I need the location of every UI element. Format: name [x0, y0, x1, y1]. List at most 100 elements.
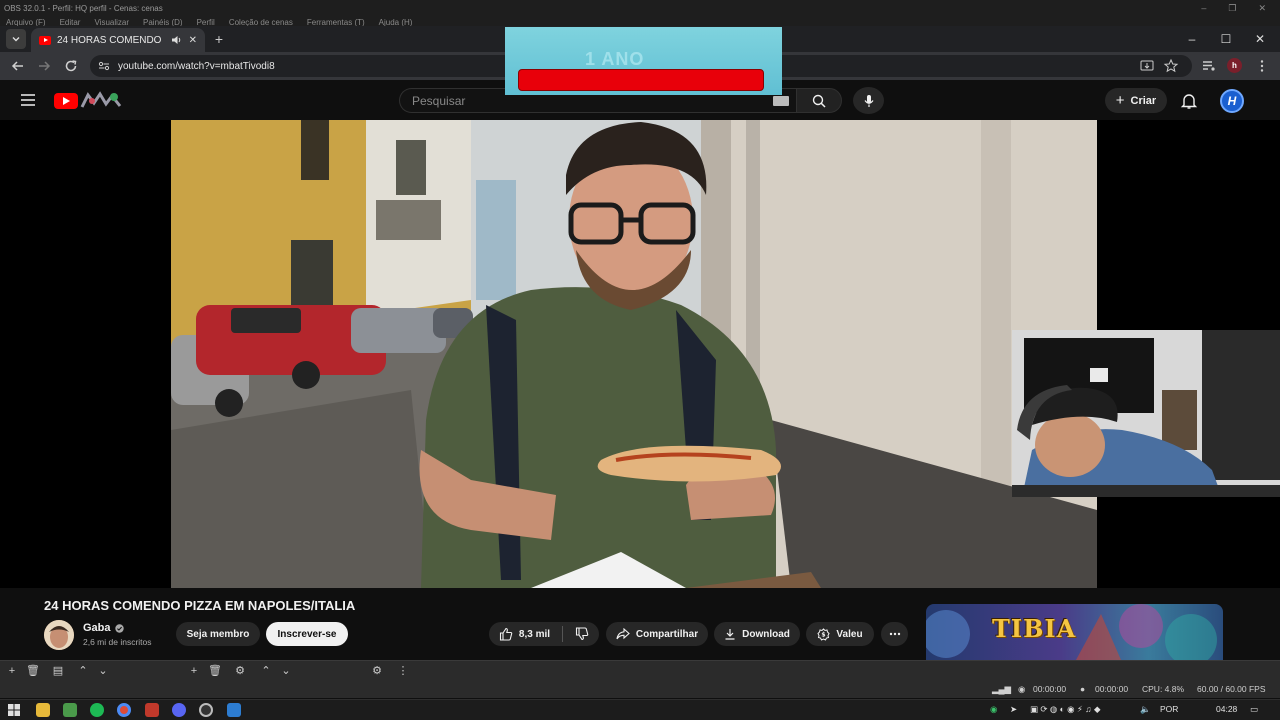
like-count[interactable]: 8,3 mil: [519, 629, 550, 640]
source-properties-icon[interactable]: ⚙: [233, 664, 247, 678]
spotify-icon[interactable]: [90, 703, 104, 717]
video-frame[interactable]: [171, 120, 1097, 588]
tray-green-icon[interactable]: ◉: [990, 704, 997, 715]
media-controls-icon[interactable]: [1201, 58, 1217, 74]
subscribe-button[interactable]: Inscrever-se: [266, 622, 348, 646]
reload-icon[interactable]: [63, 58, 79, 74]
obs-close-icon[interactable]: ✕: [1258, 3, 1266, 14]
microphone-icon: [864, 94, 873, 107]
tray-clock[interactable]: 04:28: [1216, 704, 1237, 714]
tray-arrow-icon[interactable]: ➤: [1010, 704, 1017, 715]
keyboard-icon[interactable]: [773, 96, 789, 106]
tray-language[interactable]: POR: [1160, 704, 1178, 714]
new-tab-button[interactable]: +: [210, 30, 228, 48]
hamburger-menu-icon[interactable]: [20, 93, 36, 107]
address-bar-url: youtube.com/watch?v=mbatTivodi8: [118, 60, 275, 72]
chrome-icon[interactable]: [117, 703, 131, 717]
overlay-red-bar: [518, 69, 764, 91]
super-thanks-icon: $: [817, 627, 831, 641]
fps-readout: 60.00 / 60.00 FPS: [1197, 684, 1266, 694]
bookmark-star-icon[interactable]: [1163, 58, 1179, 74]
volume-icon[interactable]: 🔈: [1140, 704, 1151, 715]
back-arrow-icon[interactable]: [10, 58, 26, 74]
browser-minimize-icon[interactable]: –: [1180, 30, 1204, 48]
record-status-icon: ●: [1080, 684, 1086, 694]
video-title: 24 HORAS COMENDO PIZZA EM NAPOLES/ITALIA: [44, 598, 356, 613]
tab-close-icon[interactable]: ✕: [189, 35, 197, 46]
plus-icon: +: [1115, 92, 1125, 109]
app-green-icon[interactable]: [63, 703, 77, 717]
move-scene-down-icon[interactable]: ⌄: [96, 664, 110, 678]
account-avatar[interactable]: H: [1220, 89, 1244, 113]
stream-status-icon: ◉: [1018, 684, 1026, 694]
channel-name-text: Gaba: [83, 622, 111, 634]
share-label: Compartilhar: [635, 628, 699, 640]
channel-avatar[interactable]: [44, 620, 74, 650]
stream-time: 00:00:00: [1033, 684, 1067, 694]
audio-settings-icon[interactable]: ⚙: [370, 664, 384, 678]
svg-text:$: $: [822, 631, 826, 638]
file-explorer-icon[interactable]: [36, 703, 50, 717]
overlay-text: 1 ANO: [585, 49, 645, 69]
notifications-bell-icon[interactable]: [1180, 92, 1198, 110]
like-dislike-group: 8,3 mil: [489, 622, 599, 646]
obs-icon[interactable]: [199, 703, 213, 717]
obs-dock-toolbar: + 🗑 ▤ ⌃ ⌄ + 🗑 ⚙ ⌃ ⌄ ⚙ ⋮: [0, 660, 1280, 681]
video-player[interactable]: [0, 120, 1280, 588]
download-icon: [725, 629, 735, 640]
audio-menu-dots-icon[interactable]: ⋮: [396, 664, 410, 678]
share-button[interactable]: Compartilhar: [606, 622, 708, 646]
scene-filters-icon[interactable]: ▤: [51, 664, 65, 678]
thanks-button[interactable]: $ Valeu: [806, 622, 874, 646]
create-label: Criar: [1130, 94, 1157, 107]
stream-overlay-banner: 1 ANO: [505, 27, 782, 95]
share-arrow-icon: [616, 628, 630, 640]
windows-start-icon[interactable]: [8, 704, 20, 716]
add-source-icon[interactable]: +: [187, 664, 201, 678]
add-scene-icon[interactable]: +: [5, 664, 19, 678]
speaker-icon[interactable]: [171, 35, 183, 45]
discord-icon[interactable]: [172, 703, 186, 717]
obs-minimize-icon[interactable]: –: [1201, 3, 1206, 14]
browser-maximize-icon[interactable]: ☐: [1214, 30, 1238, 48]
youtube-doodle-icon[interactable]: [80, 91, 122, 109]
join-button[interactable]: Seja membro: [176, 622, 260, 646]
thumbs-down-icon[interactable]: [575, 627, 589, 641]
webcam-overlay: [1012, 330, 1280, 497]
move-source-down-icon[interactable]: ⌄: [279, 664, 293, 678]
chevron-down-icon: [12, 37, 20, 42]
obs-maximize-icon[interactable]: ❐: [1228, 3, 1236, 14]
install-app-icon[interactable]: [1139, 58, 1155, 74]
notifications-icon[interactable]: ▭: [1250, 704, 1258, 715]
thumbs-up-icon[interactable]: [499, 627, 513, 641]
cpu-usage: CPU: 4.8%: [1142, 684, 1185, 694]
browser-tab-active[interactable]: 24 HORAS COMENDO PIZZ ✕: [31, 28, 205, 52]
more-actions-button[interactable]: [881, 622, 908, 646]
ad-banner[interactable]: TIBIA: [926, 604, 1223, 660]
remove-source-icon[interactable]: 🗑: [208, 664, 222, 678]
tab-search-button[interactable]: [6, 29, 26, 49]
search-placeholder: Pesquisar: [412, 93, 466, 108]
search-button[interactable]: [796, 88, 842, 113]
create-button[interactable]: + Criar: [1105, 88, 1167, 113]
ad-brand-logo: TIBIA: [992, 614, 1077, 643]
tray-app-icons[interactable]: ▣ ⟳ ◍ ◐ ◉ ⚡ ♫ ◆: [1030, 704, 1101, 715]
browser-close-icon[interactable]: ✕: [1248, 30, 1272, 48]
youtube-logo-icon[interactable]: [54, 93, 78, 109]
subscriber-count: 2,6 mi de inscritos: [83, 637, 152, 647]
app-blue-icon[interactable]: [227, 703, 241, 717]
more-dots-icon: [889, 632, 900, 636]
channel-name[interactable]: Gaba: [83, 622, 124, 634]
forward-arrow-icon[interactable]: [36, 58, 52, 74]
move-source-up-icon[interactable]: ⌃: [259, 664, 273, 678]
browser-profile-avatar[interactable]: h: [1227, 58, 1242, 73]
download-label: Download: [742, 628, 790, 640]
webcam-image: [1012, 330, 1280, 497]
site-settings-icon[interactable]: [98, 61, 110, 71]
download-button[interactable]: Download: [714, 622, 800, 646]
browser-menu-icon[interactable]: [1254, 58, 1270, 74]
remove-scene-icon[interactable]: 🗑: [26, 664, 40, 678]
move-scene-up-icon[interactable]: ⌃: [76, 664, 90, 678]
app-red-icon[interactable]: [145, 703, 159, 717]
voice-search-button[interactable]: [853, 87, 884, 114]
